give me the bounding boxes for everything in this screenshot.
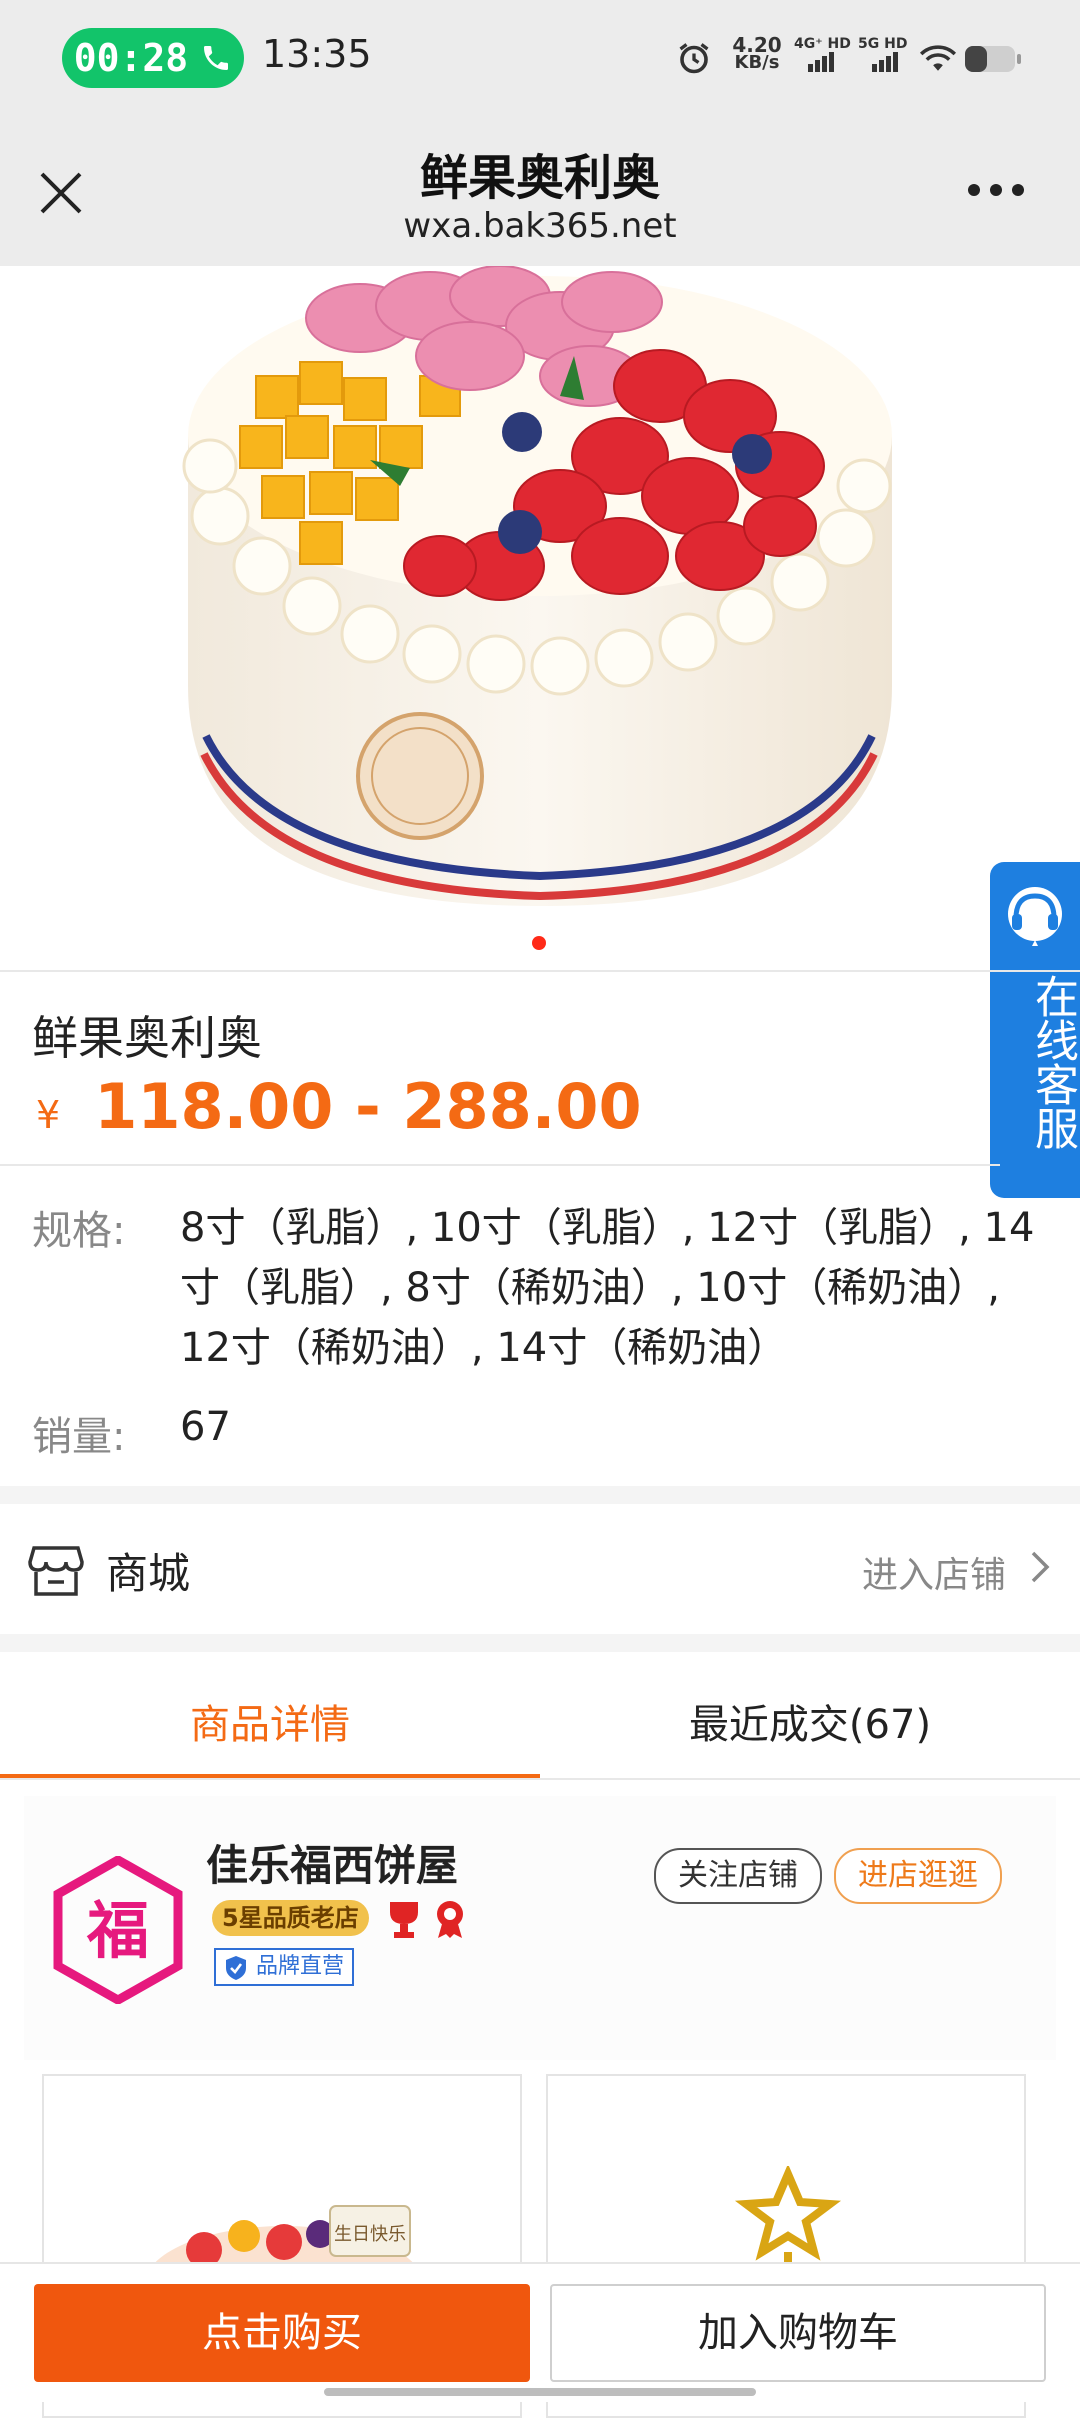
cake-topper-text: 生日快乐 (334, 2224, 406, 2245)
net-speed-unit: KB/s (734, 52, 780, 73)
wifi-icon (919, 45, 957, 71)
shop-logo-char: 福 (86, 1894, 149, 1967)
spec-value: 8寸（乳脂）, 10寸（乳脂）, 12寸（乳脂）, 14寸（乳脂）, 8寸（稀奶… (180, 1205, 1035, 1371)
sales-label: 销量: (32, 1414, 126, 1460)
tab-recent-deals[interactable]: 最近成交(67) (540, 1692, 1080, 1750)
product-price: ¥ 118.00 - 288.00 (36, 1070, 642, 1143)
shop-logo: 福 (53, 1856, 183, 2004)
page-title: 鲜果奥利奥 (419, 150, 660, 206)
call-timer: 00:28 (73, 36, 189, 80)
add-to-cart-button[interactable]: 加入购物车 (550, 2284, 1046, 2382)
alarm-icon (679, 43, 709, 74)
cake-image (182, 266, 892, 906)
divider (0, 1164, 1000, 1166)
price-range: 118.00 - 288.00 (94, 1070, 642, 1143)
chevron-right-icon (1031, 1551, 1050, 1583)
phone-icon (204, 46, 229, 70)
tab-product-detail[interactable]: 商品详情 (0, 1692, 540, 1750)
more-icon[interactable] (966, 182, 1026, 198)
sales-value: 67 (180, 1404, 231, 1450)
divider (0, 970, 1080, 972)
call-timer-pill[interactable]: 00:28 (62, 28, 244, 88)
brand-direct-badge: 品牌直营 (214, 1948, 355, 1986)
sim1-signal: 4G⁺ HD (794, 36, 854, 76)
sim1-label: 4G⁺ HD (794, 36, 851, 52)
status-clock: 13:35 (262, 32, 372, 76)
divider (0, 1778, 1080, 1780)
carousel-dot-active[interactable] (532, 936, 546, 950)
shop-name: 佳乐福西饼屋 (206, 1841, 459, 1890)
section-gap (0, 1486, 1080, 1504)
online-service-button[interactable]: 在线客服 (990, 862, 1080, 1198)
product-image-carousel[interactable] (0, 266, 1080, 970)
sim2-label: 5G HD (858, 36, 908, 52)
spec-label: 规格: (32, 1208, 126, 1254)
battery-icon (965, 46, 1021, 72)
sim2-signal: 5G HD (858, 36, 914, 76)
currency-symbol: ¥ (36, 1093, 61, 1137)
visit-shop-button[interactable]: 进店逛逛 (834, 1848, 1002, 1904)
net-speed: 4.20 KB/s (730, 35, 784, 73)
enter-shop-link[interactable]: 进入店铺 (862, 1546, 1006, 1598)
section-gap (0, 1634, 1080, 1652)
buy-now-button[interactable]: 点击购买 (34, 2284, 530, 2382)
home-indicator[interactable] (324, 2388, 756, 2396)
store-icon (28, 1546, 84, 1596)
star-rating-badge: 5星品质老店 (212, 1900, 369, 1936)
shield-icon (226, 1956, 246, 1980)
online-service-label: 在线客服 (1027, 974, 1078, 1150)
detail-tabs: 商品详情 最近成交(67) (0, 1652, 1080, 1778)
signal-icon (872, 52, 898, 72)
trophy-medal-icon (390, 1901, 463, 1938)
follow-shop-button[interactable]: 关注店铺 (654, 1848, 822, 1904)
store-name: 商城 (106, 1549, 191, 1598)
signal-icon (808, 52, 834, 72)
headset-icon (1008, 887, 1062, 946)
brand-direct-label: 品牌直营 (256, 1954, 345, 1979)
page-url: wxa.bak365.net (403, 206, 677, 246)
product-name: 鲜果奥利奥 (32, 1011, 262, 1065)
